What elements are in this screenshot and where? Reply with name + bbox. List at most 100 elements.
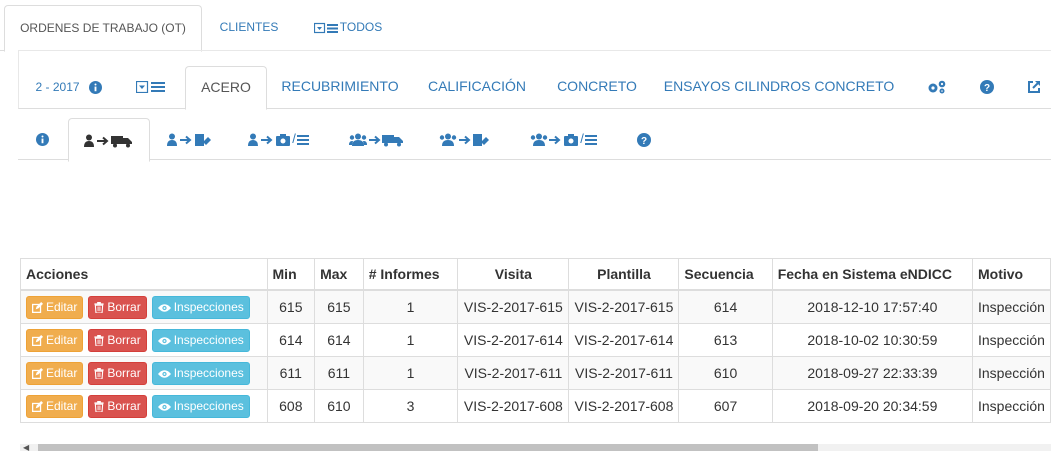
cell-motivo: Inspección — [972, 356, 1051, 390]
inspections-button[interactable]: Inspecciones — [151, 394, 250, 418]
col-min: Min — [266, 258, 316, 291]
edit-button-label: Editar — [46, 365, 78, 380]
svg-text:?: ? — [984, 83, 990, 94]
section-tab-bar: 2 - 2017 ACERO RECUBRIMIENTO CALIFICACIÓ… — [18, 50, 1051, 110]
cell-fecha: 2018-10-02 10:30:59 — [771, 323, 974, 357]
inspections-button-label: Inspecciones — [173, 365, 244, 380]
cell-min: 608 — [266, 389, 316, 423]
cell-plantilla: VIS-2-2017-615 — [568, 289, 680, 324]
cell-fecha: 2018-09-20 20:34:59 — [771, 389, 974, 423]
cell-motivo: Inspección — [972, 323, 1051, 357]
edit-button[interactable]: Editar — [26, 328, 84, 352]
edit-button[interactable]: Editar — [26, 394, 84, 418]
tab-help-sub[interactable]: ? — [624, 118, 664, 159]
cell-min: 611 — [266, 356, 316, 390]
col-motivo: Motivo — [972, 258, 1051, 291]
tab-ordenes-trabajo[interactable]: ORDENES DE TRABAJO (OT) — [4, 5, 202, 52]
tab-period[interactable]: 2 - 2017 — [21, 66, 117, 107]
tab-calificacion[interactable]: CALIFICACIÓN — [419, 66, 535, 107]
edit-button-label: Editar — [46, 398, 78, 413]
tab-settings[interactable] — [917, 66, 957, 107]
horizontal-scrollbar[interactable]: ◀ — [20, 443, 1051, 452]
table-header-row: Acciones Min Max # Informes Visita Plant… — [20, 258, 1051, 291]
trash-icon — [94, 367, 104, 380]
group-to-camera-icon — [530, 133, 579, 146]
edit-icon — [31, 301, 43, 313]
edit-icon — [31, 400, 43, 412]
cell-motivo: Inspección — [972, 389, 1051, 423]
edit-icon — [31, 367, 43, 379]
tab-ensayos-cilindros[interactable]: ENSAYOS CILINDROS CONCRETO — [661, 66, 897, 107]
tab-group-to-truck[interactable] — [338, 118, 416, 159]
group-to-truck-icon — [349, 133, 403, 147]
tab-clientes[interactable]: CLIENTES — [210, 5, 288, 49]
tab-label: CLIENTES — [219, 20, 279, 34]
delete-button-label: Borrar — [107, 365, 141, 380]
delete-button-label: Borrar — [107, 299, 141, 314]
cell-visita: VIS-2-2017-611 — [457, 356, 570, 390]
edit-button[interactable]: Editar — [26, 295, 84, 319]
eye-icon — [157, 303, 171, 312]
actions-cell: Editar Borrar Inspecciones — [20, 289, 268, 324]
tab-info[interactable] — [20, 118, 64, 159]
tab-acero[interactable]: ACERO — [185, 66, 267, 110]
tab-help[interactable]: ? — [967, 66, 1007, 107]
cell-min: 615 — [266, 289, 316, 324]
cell-fecha: 2018-09-27 22:33:39 — [771, 356, 974, 390]
info-circle-icon — [35, 133, 49, 147]
cell-max: 614 — [314, 323, 364, 357]
col-secuencia: Secuencia — [678, 258, 773, 291]
eye-icon — [157, 369, 171, 378]
col-informes: # Informes — [362, 258, 459, 291]
cell-informes: 1 — [362, 356, 459, 390]
scrollbar-thumb[interactable] — [38, 444, 818, 451]
tab-external-link[interactable] — [1017, 66, 1051, 107]
tab-user-to-photo-list[interactable]: / — [234, 118, 324, 159]
delete-button-label: Borrar — [107, 332, 141, 347]
actions-cell: Editar Borrar Inspecciones — [20, 356, 268, 390]
delete-button[interactable]: Borrar — [88, 361, 147, 385]
tab-list-view[interactable] — [127, 66, 175, 107]
inspections-button-label: Inspecciones — [173, 332, 244, 347]
inspections-button[interactable]: Inspecciones — [151, 328, 250, 352]
edit-button[interactable]: Editar — [26, 361, 84, 385]
tab-user-to-truck[interactable] — [68, 118, 150, 162]
period-label: 2 - 2017 — [35, 80, 80, 94]
delete-button[interactable]: Borrar — [88, 394, 147, 418]
tab-user-to-document[interactable] — [158, 118, 222, 159]
tab-label: CONCRETO — [557, 78, 637, 94]
group-to-document-icon — [439, 133, 489, 146]
trash-icon — [94, 334, 104, 347]
info-circle-icon — [89, 80, 103, 94]
question-circle-icon: ? — [637, 132, 651, 147]
delete-button[interactable]: Borrar — [88, 295, 147, 319]
tab-label: ENSAYOS CILINDROS CONCRETO — [663, 78, 895, 94]
inspections-button[interactable]: Inspecciones — [151, 295, 250, 319]
table-row: Editar Borrar Inspecciones 611 611 1 VIS-2-201… — [20, 356, 1051, 390]
tab-recubrimiento[interactable]: RECUBRIMIENTO — [275, 66, 405, 107]
cell-informes: 1 — [362, 323, 459, 357]
cell-secuencia: 614 — [678, 289, 773, 324]
tab-group-to-photo-list[interactable]: / — [514, 118, 614, 159]
list-icon — [296, 134, 309, 145]
tab-label: TODOS — [339, 20, 383, 34]
cell-min: 614 — [266, 323, 316, 357]
cell-plantilla: VIS-2-2017-611 — [568, 356, 680, 390]
delete-button[interactable]: Borrar — [88, 328, 147, 352]
col-visita: Visita — [457, 258, 570, 291]
edit-icon — [31, 334, 43, 346]
cell-informes: 3 — [362, 389, 459, 423]
icon-tab-bar: / / ? — [18, 118, 1051, 162]
cell-visita: VIS-2-2017-614 — [457, 323, 570, 357]
actions-cell: Editar Borrar Inspecciones — [20, 323, 268, 357]
tab-todos[interactable]: TODOS — [300, 5, 396, 49]
inspections-button[interactable]: Inspecciones — [151, 361, 250, 385]
cell-visita: VIS-2-2017-615 — [457, 289, 570, 324]
edit-button-label: Editar — [46, 332, 78, 347]
tab-group-to-document[interactable] — [428, 118, 502, 159]
tab-label: CALIFICACIÓN — [427, 78, 526, 94]
tab-concreto[interactable]: CONCRETO — [549, 66, 645, 107]
trash-icon — [94, 400, 104, 413]
cell-secuencia: 613 — [678, 323, 773, 357]
col-fecha: Fecha en Sistema eNDICC — [771, 258, 974, 291]
